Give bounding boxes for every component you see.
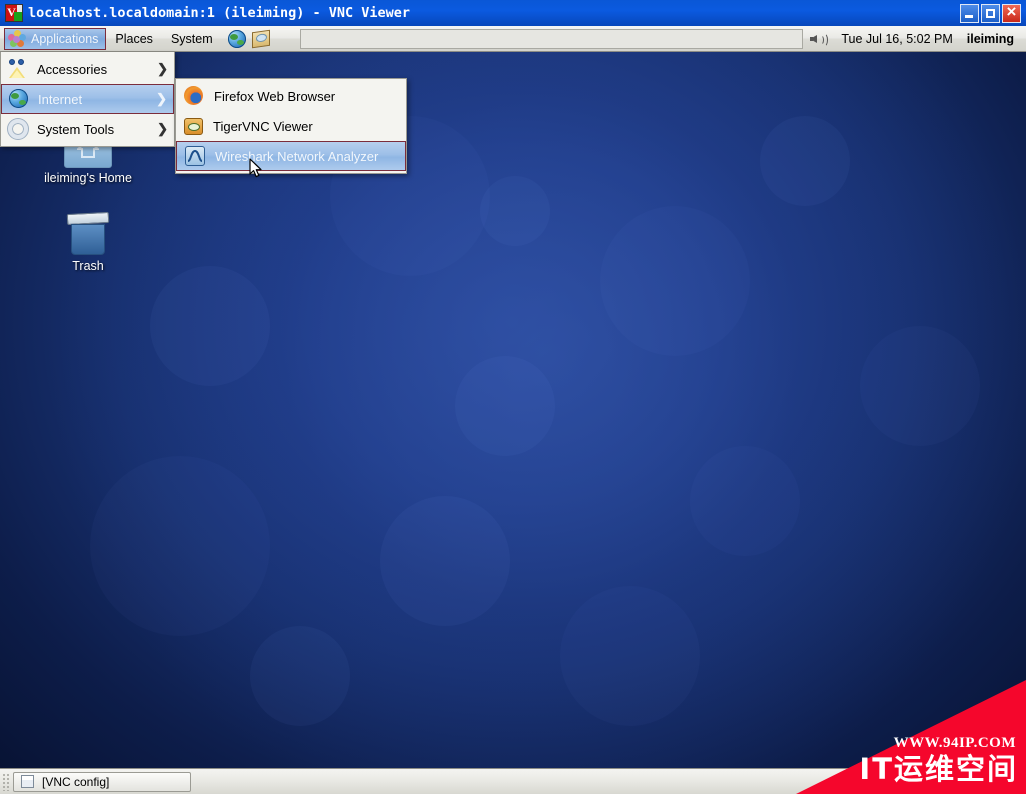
globe-icon[interactable] [227, 29, 246, 48]
submenu-item-label: Firefox Web Browser [214, 88, 336, 104]
submenu-item-label: TigerVNC Viewer [213, 118, 313, 134]
submenu-item-tigervnc[interactable]: TigerVNC Viewer [176, 111, 406, 141]
tigervnc-icon [184, 117, 203, 135]
notification-tray: Tue Jul 16, 5:02 PM ileiming [809, 31, 1022, 47]
taskbar-item-label: [VNC config] [42, 774, 110, 789]
vnc-viewer-window: V localhost.localdomain:1 (ileiming) - V… [0, 0, 1026, 794]
window-title: localhost.localdomain:1 (ileiming) - VNC… [28, 5, 411, 21]
accessories-icon [8, 59, 28, 79]
gnome-top-panel: Applications Places System Tue Jul 16, 5… [0, 26, 1026, 52]
taskbar-item-vnc-config[interactable]: [VNC config] [13, 771, 191, 792]
desktop-icon-label: ileiming's Home [44, 171, 132, 185]
desktop-icon-label: Trash [72, 259, 104, 273]
decorative-bubble [250, 626, 350, 726]
window-icon [21, 775, 34, 788]
globe-icon [9, 89, 29, 109]
chevron-right-icon: ❯ [157, 121, 168, 136]
menu-item-label: Internet [38, 91, 83, 107]
desktop-icon-trash[interactable]: Trash [36, 211, 140, 273]
speaker-icon[interactable] [809, 31, 829, 47]
applications-menu-button[interactable]: Applications [4, 27, 107, 50]
submenu-item-firefox[interactable]: Firefox Web Browser [176, 81, 406, 111]
window-list-area[interactable] [299, 28, 804, 49]
decorative-bubble [150, 266, 270, 386]
decorative-bubble [380, 496, 510, 626]
internet-submenu: Firefox Web Browser TigerVNC Viewer Wire… [175, 78, 407, 174]
chevron-right-icon: ❯ [156, 91, 167, 106]
firefox-icon [184, 86, 204, 106]
decorative-bubble [690, 446, 800, 556]
clock[interactable]: Tue Jul 16, 5:02 PM [827, 32, 966, 46]
mail-icon[interactable] [251, 29, 270, 48]
gnome-bottom-panel: [VNC config] [0, 768, 1026, 794]
wireshark-icon [185, 146, 205, 166]
decorative-bubble [600, 206, 750, 356]
user-menu[interactable]: ileiming [967, 32, 1022, 46]
trash-icon [66, 211, 110, 256]
panel-launchers [227, 29, 270, 48]
vnc-logo-icon: V [5, 4, 23, 22]
places-menu-button[interactable]: Places [106, 27, 162, 51]
window-controls [960, 2, 1024, 23]
menu-item-accessories[interactable]: Accessories ❯ [1, 54, 174, 84]
applications-menu: Accessories ❯ Internet ❯ System Tools ❯ [0, 52, 175, 147]
chevron-right-icon: ❯ [157, 61, 168, 76]
system-menu-button[interactable]: System [162, 27, 222, 51]
menu-item-system-tools[interactable]: System Tools ❯ [1, 114, 174, 144]
window-titlebar: V localhost.localdomain:1 (ileiming) - V… [0, 0, 1026, 26]
submenu-item-label: Wireshark Network Analyzer [215, 148, 379, 164]
submenu-item-wireshark[interactable]: Wireshark Network Analyzer [176, 141, 406, 171]
applications-label: Applications [31, 31, 99, 46]
menu-item-label: System Tools [37, 121, 115, 137]
decorative-bubble [860, 326, 980, 446]
gear-icon [8, 119, 28, 139]
menu-item-internet[interactable]: Internet ❯ [1, 84, 174, 114]
decorative-bubble [455, 356, 555, 456]
decorative-bubble [560, 586, 700, 726]
panel-grip[interactable] [2, 772, 10, 791]
decorative-bubble [90, 456, 270, 636]
decorative-bubble [760, 116, 850, 206]
minimize-button[interactable] [960, 3, 979, 23]
decorative-bubble [480, 176, 550, 246]
applications-flower-icon [8, 29, 26, 48]
maximize-button[interactable] [981, 3, 1000, 23]
menu-item-label: Accessories [37, 61, 108, 77]
close-button[interactable] [1002, 2, 1021, 23]
